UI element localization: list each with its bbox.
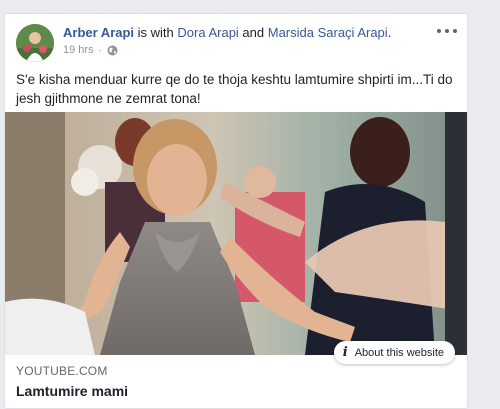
link-preview[interactable]: i About this website YOUTUBE.COM Lamtumi… <box>5 112 467 408</box>
tagged-friend-link-2[interactable]: Marsida Saraçi Arapi <box>268 25 388 40</box>
globe-icon[interactable] <box>107 45 118 56</box>
link-title[interactable]: Lamtumire mami <box>16 383 128 399</box>
with-text: is with <box>134 25 178 40</box>
post-text: S'e kisha menduar kurre qe do te thoja k… <box>16 72 453 106</box>
post-card: Arber Arapi is with Dora Arapi and Marsi… <box>4 13 468 409</box>
link-domain: YOUTUBE.COM <box>16 364 108 378</box>
timestamp-link[interactable]: 19 hrs <box>63 44 94 56</box>
and-text: and <box>238 25 268 40</box>
period-text: . <box>387 25 392 40</box>
about-label: About this website <box>354 346 444 359</box>
more-options-icon[interactable] <box>437 24 457 38</box>
info-icon: i <box>342 345 348 360</box>
separator-dot: · <box>98 44 102 56</box>
about-this-website-button[interactable]: i About this website <box>333 341 455 364</box>
post-meta: 19 hrs · <box>63 44 118 56</box>
preview-image[interactable] <box>5 112 467 355</box>
post-header: Arber Arapi is with Dora Arapi and Marsi… <box>63 25 391 40</box>
tagged-friend-link-1[interactable]: Dora Arapi <box>177 25 238 40</box>
author-name-link[interactable]: Arber Arapi <box>63 25 134 40</box>
author-avatar[interactable] <box>16 24 54 62</box>
